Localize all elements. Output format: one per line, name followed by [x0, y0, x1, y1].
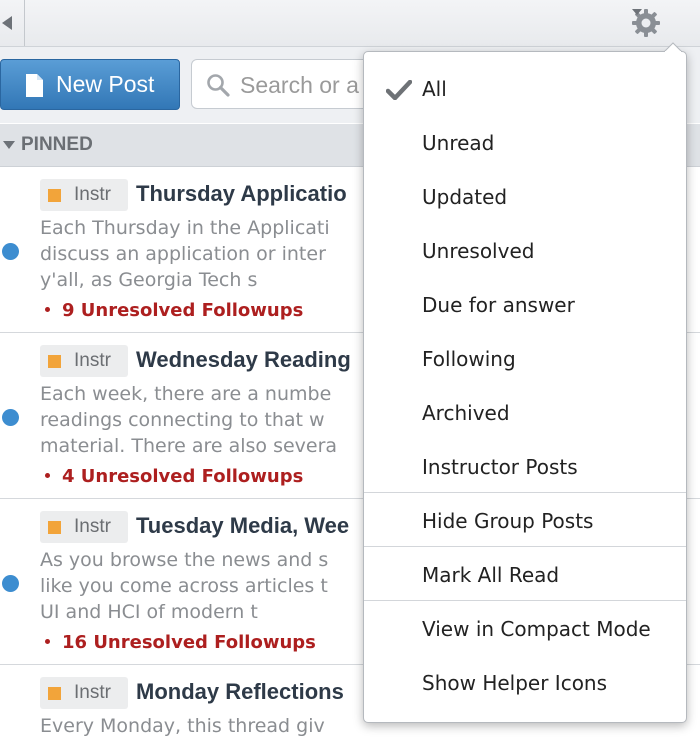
post-snippet: Each Thursday in the Applicati discuss a… — [40, 217, 330, 291]
unread-indicator — [2, 243, 19, 260]
menu-divider — [364, 600, 686, 601]
instructor-square-icon — [48, 687, 61, 700]
post-title: Thursday Applicatio — [136, 181, 347, 206]
unresolved-followups: 9 Unresolved Followups — [40, 300, 303, 321]
instructor-tag: Instr — [40, 511, 128, 543]
unresolved-followups: 16 Unresolved Followups — [40, 632, 316, 653]
menu-item-due-for-answer[interactable]: Due for answer — [364, 278, 686, 332]
unresolved-followups: 4 Unresolved Followups — [40, 466, 303, 487]
menu-item-compact-mode[interactable]: View in Compact Mode — [364, 602, 686, 656]
menu-item-updated[interactable]: Updated — [364, 170, 686, 224]
menu-item-following[interactable]: Following — [364, 332, 686, 386]
post-snippet: As you browse the news and s like you co… — [40, 549, 329, 623]
instructor-square-icon — [48, 355, 61, 368]
instructor-tag: Instr — [40, 677, 128, 709]
unread-indicator — [2, 409, 19, 426]
post-title: Monday Reflections — [136, 679, 344, 704]
menu-item-mark-all-read[interactable]: Mark All Read — [364, 548, 686, 602]
instructor-square-icon — [48, 521, 61, 534]
instructor-tag: Instr — [40, 179, 128, 211]
filter-dropdown-menu: All Unread Updated Unresolved Due for an… — [363, 42, 687, 723]
menu-divider — [364, 492, 686, 493]
collapse-arrow-icon — [2, 16, 12, 30]
instructor-tag: Instr — [40, 345, 128, 377]
chevron-down-icon — [632, 9, 642, 15]
post-snippet: Each week, there are a numbe readings co… — [40, 383, 338, 457]
settings-dropdown-button[interactable] — [627, 6, 685, 40]
menu-item-hide-group-posts[interactable]: Hide Group Posts — [364, 494, 686, 548]
instructor-square-icon — [48, 189, 61, 202]
menu-item-instructor-posts[interactable]: Instructor Posts — [364, 440, 686, 494]
unread-indicator — [2, 575, 19, 592]
post-title: Wednesday Reading — [136, 347, 351, 372]
menu-item-unread[interactable]: Unread — [364, 116, 686, 170]
collapse-sidebar-button[interactable] — [0, 0, 25, 46]
document-icon — [26, 74, 43, 97]
new-post-label: New Post — [56, 71, 155, 97]
post-title: Tuesday Media, Wee — [136, 513, 350, 538]
checkmark-icon — [386, 80, 412, 100]
top-bar — [0, 0, 700, 47]
menu-divider — [364, 546, 686, 547]
search-icon — [207, 74, 230, 97]
menu-pointer — [664, 42, 682, 52]
menu-item-archived[interactable]: Archived — [364, 386, 686, 440]
triangle-down-icon — [3, 141, 15, 149]
pinned-label: PINNED — [21, 134, 93, 155]
post-snippet: Every Monday, this thread giv — [40, 715, 325, 737]
menu-item-all[interactable]: All — [364, 62, 686, 116]
menu-item-show-helper-icons[interactable]: Show Helper Icons — [364, 656, 686, 710]
new-post-button[interactable]: New Post — [0, 59, 180, 110]
menu-item-unresolved[interactable]: Unresolved — [364, 224, 686, 278]
